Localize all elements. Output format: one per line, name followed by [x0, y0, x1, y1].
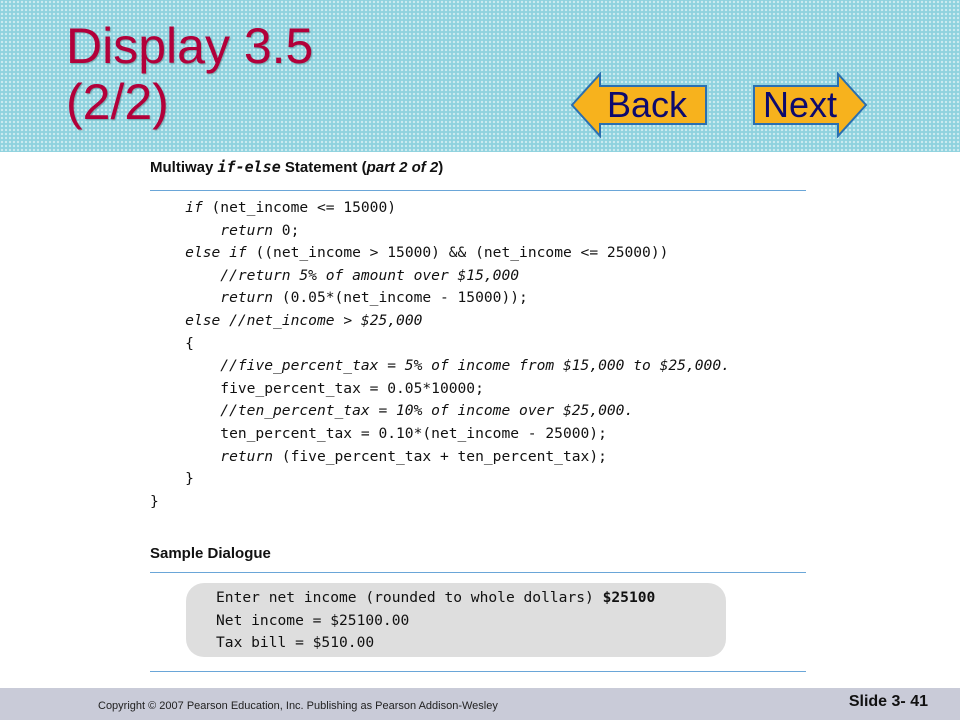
kw-segment: else if — [185, 244, 247, 262]
code-segment: Tax bill = $510.00 — [216, 634, 375, 652]
code-line: } — [150, 491, 810, 514]
dialogue-line: Enter net income (rounded to whole dolla… — [216, 587, 726, 610]
cmt-segment: //return 5% of amount over $15,000 — [220, 266, 520, 284]
cmt-segment: //net_income > $25,000 — [229, 311, 423, 329]
code-segment: } — [150, 492, 159, 510]
dialogue-line: Net income = $25100.00 — [216, 610, 726, 633]
caption-prefix: Multiway — [150, 159, 218, 176]
code-segment: } — [150, 470, 194, 488]
bottom-divider — [150, 671, 806, 673]
code-segment: (net_income <= 15000) — [202, 199, 397, 216]
slide-number: Slide 3- 41 — [848, 693, 928, 710]
dialogue-line: Tax bill = $510.00 — [216, 632, 726, 655]
code-line: five_percent_tax = 0.05*10000; — [150, 378, 810, 401]
kw-segment: if — [185, 199, 203, 216]
code-line: } — [150, 468, 810, 491]
cmt-segment: //five_percent_tax = 5% of income from $… — [220, 357, 730, 375]
code-line: //five_percent_tax = 5% of income from $… — [150, 355, 810, 378]
code-line: if (net_income <= 15000) — [150, 197, 810, 220]
slide-header: Display 3.5 (2/2) Back Next — [0, 0, 960, 152]
caption-mid: Statement ( — [280, 159, 367, 176]
sample-dialogue-heading: Sample Dialogue — [150, 545, 271, 563]
code-line: else if ((net_income > 15000) && (net_in… — [150, 242, 810, 265]
back-button[interactable]: Back — [570, 71, 708, 139]
kw-segment: return — [220, 221, 274, 239]
display-panel: Multiway if-else Statement (part 2 of 2)… — [150, 152, 810, 673]
kw-segment: return — [220, 289, 274, 307]
code-segment: Enter net income (rounded to whole dolla… — [216, 589, 603, 607]
slide-title: Display 3.5 (2/2) — [66, 18, 314, 130]
code-line: return (five_percent_tax + ten_percent_t… — [150, 446, 810, 469]
top-divider — [150, 190, 806, 191]
next-button[interactable]: Next — [752, 71, 868, 139]
code-listing: if (net_income <= 15000) return 0; else … — [150, 197, 810, 513]
code-segment: ((net_income > 15000) && (net_income <= … — [246, 244, 669, 262]
code-segment: 0; — [273, 221, 300, 239]
caption-code: if-else — [217, 158, 281, 176]
code-segment: { — [150, 334, 194, 352]
code-line: return (0.05*(net_income - 15000)); — [150, 287, 810, 310]
code-line: ten_percent_tax = 0.10*(net_income - 250… — [150, 423, 810, 446]
code-line: //ten_percent_tax = 10% of income over $… — [150, 400, 810, 423]
code-segment: Net income = $25100.00 — [216, 611, 410, 629]
code-segment: (0.05*(net_income - 15000)); — [273, 289, 528, 307]
slide-footer: Copyright © 2007 Pearson Education, Inc.… — [0, 688, 960, 720]
code-segment: ten_percent_tax = 0.10*(net_income - 250… — [150, 424, 607, 442]
display-caption: Multiway if-else Statement (part 2 of 2) — [150, 158, 810, 176]
user-input-segment: $25100 — [602, 589, 656, 607]
cmt-segment: //ten_percent_tax = 10% of income over $… — [220, 402, 634, 420]
copyright-text: Copyright © 2007 Pearson Education, Inc.… — [98, 700, 498, 712]
code-line: else //net_income > $25,000 — [150, 310, 810, 333]
code-line: //return 5% of amount over $15,000 — [150, 265, 810, 288]
kw-segment: return — [220, 447, 274, 465]
code-segment: five_percent_tax = 0.05*10000; — [150, 379, 484, 397]
kw-segment: else — [185, 311, 221, 329]
next-button-label: Next — [762, 84, 838, 125]
code-segment: (five_percent_tax + ten_percent_tax); — [273, 447, 607, 465]
sample-dialogue-box: Enter net income (rounded to whole dolla… — [186, 583, 726, 658]
code-line: { — [150, 333, 810, 356]
caption-suffix: ) — [438, 159, 444, 176]
code-line: return 0; — [150, 220, 810, 243]
caption-part: part 2 of 2 — [366, 159, 439, 176]
middle-divider — [150, 572, 806, 574]
back-button-label: Back — [606, 84, 688, 125]
